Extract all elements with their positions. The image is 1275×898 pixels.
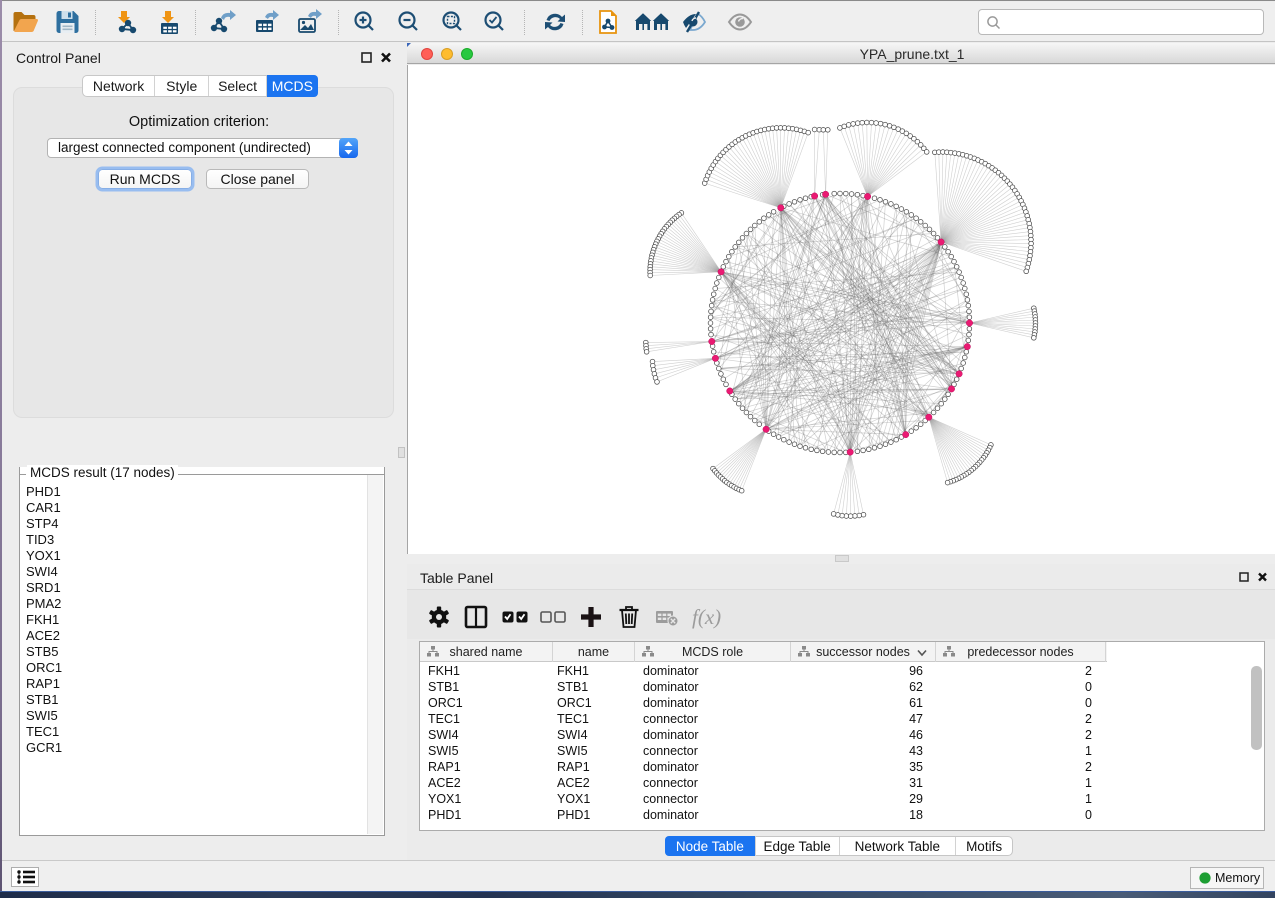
svg-text:f(x): f(x) [692, 605, 721, 629]
